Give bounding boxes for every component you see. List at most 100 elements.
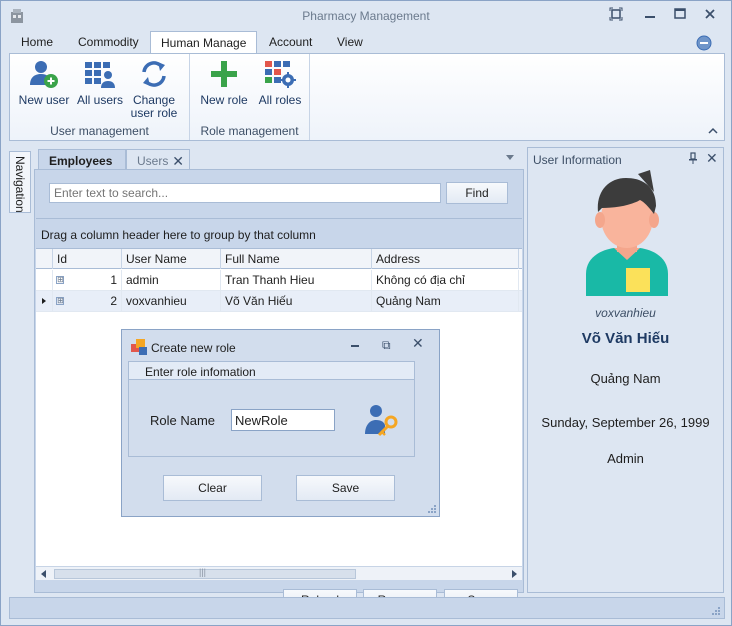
column-header-address[interactable]: Address [372, 249, 519, 269]
role-info-group: Enter role infomation Role Name [128, 361, 415, 457]
plus-icon [211, 61, 237, 87]
info-full-name: Võ Văn Hiếu [581, 330, 670, 347]
ribbon-tab-strip: Home Commodity Human Manage Account View [1, 31, 731, 54]
column-header-fullname[interactable]: Full Name [221, 249, 372, 269]
cell-fullname[interactable]: Tran Thanh Hieu [221, 270, 372, 290]
minimize-window-button[interactable] [641, 7, 659, 25]
info-address: Quảng Nam [590, 371, 661, 386]
info-role: Admin [607, 451, 644, 466]
user-management-group-label: User management [50, 124, 149, 138]
new-user-button[interactable]: New user [16, 58, 72, 107]
change-label-line2: user role [130, 106, 178, 120]
tab-employees[interactable]: Employees [38, 149, 126, 171]
ribbon-group-user-management: New user All users Change user role User… [10, 54, 190, 140]
restore-icon [609, 7, 623, 21]
role-management-group-label: Role management [200, 124, 299, 138]
scroll-right-icon[interactable] [512, 570, 517, 578]
current-row-arrow-icon [42, 298, 46, 304]
new-role-label: New role [200, 93, 248, 107]
roles-gear-icon [265, 61, 296, 88]
role-info-group-header: Enter role infomation [129, 362, 414, 380]
pin-icon[interactable] [688, 152, 698, 164]
help-icon[interactable] [696, 35, 712, 51]
ribbon-group-role-management: New role All roles Role management [190, 54, 310, 140]
app-window: Pharmacy Management Home Commodity Human… [0, 0, 732, 626]
new-role-button[interactable]: New role [196, 58, 252, 107]
all-roles-label: All roles [258, 93, 302, 107]
tab-home[interactable]: Home [11, 31, 63, 53]
close-icon [705, 9, 715, 19]
tab-commodity[interactable]: Commodity [68, 31, 149, 53]
user-information-title: User Information [533, 153, 622, 167]
refresh-icon [142, 61, 166, 87]
cell-address[interactable]: Không có địa chỉ [372, 270, 519, 290]
user-key-icon [365, 405, 398, 437]
info-username: voxvanhieu [595, 306, 656, 320]
resize-grip-icon[interactable] [710, 605, 720, 615]
users-grid-icon [85, 62, 115, 88]
add-user-icon [30, 61, 58, 88]
column-header-id[interactable]: Id [53, 249, 122, 269]
table-row[interactable]: ⊞ 2 voxvanhieu Võ Văn Hiếu Quảng Nam [36, 291, 522, 312]
info-date-of-birth: Sunday, September 26, 1999 [541, 415, 710, 430]
ribbon-panel: New user All users Change user role User… [9, 53, 725, 141]
search-input[interactable] [49, 183, 441, 203]
tab-view[interactable]: View [327, 31, 373, 53]
group-by-panel[interactable]: Drag a column header here to group by th… [36, 218, 522, 248]
avatar [586, 170, 668, 296]
dialog-close-icon[interactable]: ✕ [412, 335, 424, 352]
maximize-window-button[interactable] [671, 7, 689, 25]
dialog-maximize-icon[interactable]: ⧉ [382, 338, 391, 353]
all-roles-button[interactable]: All roles [254, 58, 306, 107]
cell-fullname[interactable]: Võ Văn Hiếu [221, 291, 372, 311]
grid-header: Id User Name Full Name Address [36, 249, 522, 269]
status-bar [9, 597, 725, 619]
scroll-left-icon[interactable] [41, 570, 46, 578]
row-indicator-header [36, 249, 53, 269]
clear-button[interactable]: Clear [163, 475, 262, 501]
dialog-app-icon [131, 339, 147, 355]
table-row[interactable]: ⊞ 1 admin Tran Thanh Hieu Không có địa c… [36, 270, 522, 291]
dialog-minimize-icon[interactable] [350, 338, 360, 348]
scroll-grip: ||| [199, 567, 207, 577]
close-panel-icon[interactable]: ✕ [706, 150, 718, 167]
close-window-button[interactable] [701, 7, 719, 25]
find-button[interactable]: Find [446, 182, 508, 204]
tab-list-dropdown-icon[interactable] [506, 155, 514, 160]
cell-username[interactable]: voxvanhieu [122, 291, 221, 311]
group-panel-text: Drag a column header here to group by th… [41, 228, 316, 242]
scrollbar-thumb[interactable]: ||| [54, 567, 356, 579]
maximize-icon [674, 8, 686, 19]
dialog-save-button[interactable]: Save [296, 475, 395, 501]
new-user-label: New user [18, 93, 70, 107]
column-header-username[interactable]: User Name [122, 249, 221, 269]
cell-address[interactable]: Quảng Nam [372, 291, 519, 311]
cell-username[interactable]: admin [122, 270, 221, 290]
create-role-dialog: Create new role ⧉ ✕ Enter role infomatio… [121, 329, 440, 517]
cell-id[interactable]: 1 [53, 270, 122, 290]
navigation-label: Navigation [13, 156, 27, 213]
role-name-input[interactable] [231, 409, 335, 431]
tab-users-label: Users [137, 154, 169, 168]
tab-human-manage[interactable]: Human Manage [150, 31, 258, 54]
role-info-group-title: Enter role infomation [145, 365, 256, 379]
cell-id[interactable]: 2 [53, 291, 122, 311]
restore-window-button[interactable] [607, 7, 625, 25]
user-information-panel: User Information ✕ voxvanhieu Võ Văn Hiế… [527, 147, 724, 593]
tab-account[interactable]: Account [259, 31, 322, 53]
minimize-icon [645, 16, 655, 18]
navigation-side-tab[interactable]: Navigation [9, 151, 31, 213]
change-user-role-button[interactable]: Change user role [128, 58, 180, 120]
collapse-ribbon-icon[interactable] [708, 126, 718, 136]
dialog-resize-grip-icon[interactable] [426, 503, 436, 513]
tab-users[interactable]: Users ✕ [126, 149, 190, 171]
all-users-label: All users [76, 93, 123, 107]
dialog-title-bar[interactable]: Create new role ⧉ ✕ [122, 330, 439, 355]
user-information-header: User Information ✕ [528, 148, 723, 170]
title-bar: Pharmacy Management [1, 1, 731, 31]
dialog-title: Create new role [151, 341, 236, 355]
row-indicator-cell [36, 270, 53, 290]
all-users-button[interactable]: All users [74, 58, 126, 107]
horizontal-scrollbar[interactable]: ||| [36, 566, 522, 580]
role-name-label: Role Name [150, 413, 216, 428]
